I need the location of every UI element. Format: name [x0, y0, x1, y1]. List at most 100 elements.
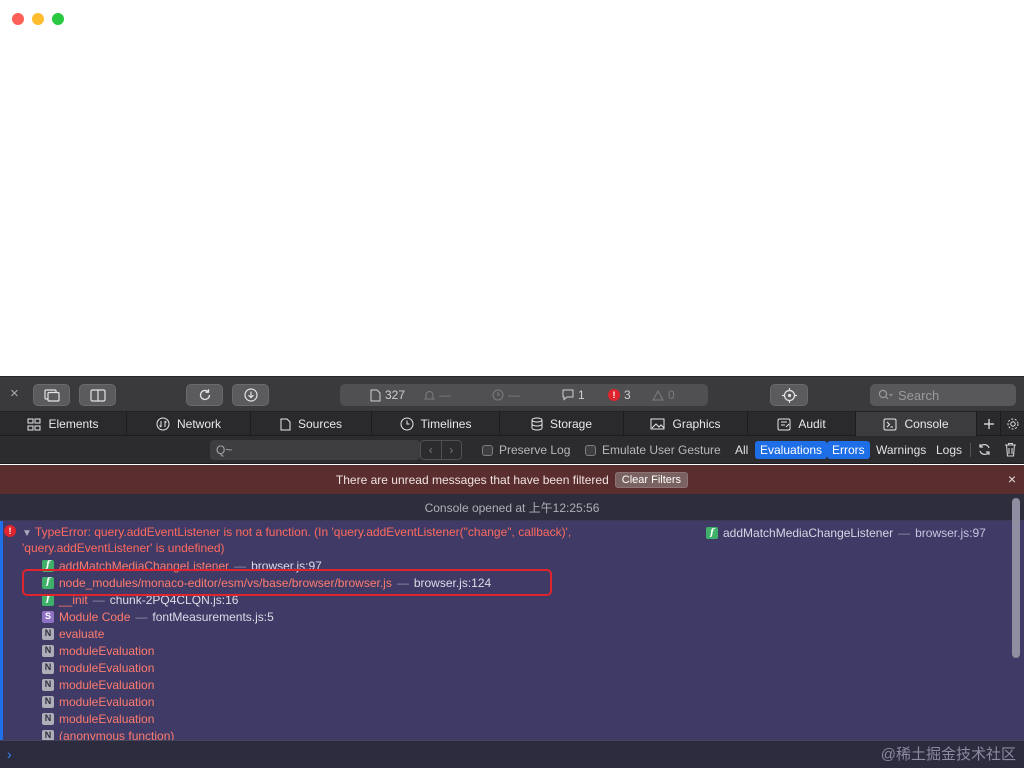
refresh-icon: [979, 444, 990, 455]
native-icon: N: [42, 712, 54, 725]
reload-button[interactable]: [186, 384, 223, 406]
close-inspector-button[interactable]: ×: [10, 386, 19, 402]
close-banner-button[interactable]: ×: [1008, 471, 1016, 487]
download-button[interactable]: [232, 384, 269, 406]
error-message[interactable]: ▼ TypeError: query.addEventListener is no…: [22, 525, 642, 556]
resources-count[interactable]: 327: [370, 384, 405, 406]
settings-button[interactable]: [1001, 412, 1024, 436]
native-icon: N: [42, 661, 54, 674]
page-viewport: [0, 0, 1024, 376]
document-icon: [370, 389, 381, 401]
console-icon: [883, 418, 897, 430]
zoom-window-button[interactable]: [52, 13, 64, 25]
stack-frame[interactable]: S Module Code — fontMeasurements.js:5: [42, 608, 491, 625]
download-icon: [243, 388, 258, 402]
reload-icon: [199, 389, 210, 401]
filtered-messages-banner: There are unread messages that have been…: [0, 465, 1024, 494]
logs-count[interactable]: 1: [562, 384, 585, 406]
auto-refresh-button[interactable]: [977, 442, 992, 460]
graphics-icon: [650, 418, 665, 430]
message-icon: [562, 389, 574, 401]
stack-frame[interactable]: Nevaluate: [42, 625, 491, 642]
stack-frame[interactable]: NmoduleEvaluation: [42, 642, 491, 659]
audit-icon: [777, 418, 791, 430]
stack-frame[interactable]: NmoduleEvaluation: [42, 659, 491, 676]
minimize-window-button[interactable]: [32, 13, 44, 25]
scope-logs[interactable]: Logs: [931, 441, 967, 459]
error-source-location[interactable]: f addMatchMediaChangeListener — browser.…: [706, 526, 986, 540]
previous-match-button[interactable]: ‹: [421, 441, 441, 459]
clear-filters-button[interactable]: Clear Filters: [614, 471, 689, 488]
inspector-toolbar: × 327 — — 1 ! 3 0 Search: [0, 376, 1024, 412]
error-icon: !: [4, 525, 16, 537]
load-time: —: [492, 384, 520, 406]
network-icon: [156, 417, 170, 431]
tab-timelines[interactable]: Timelines: [372, 412, 500, 436]
tab-sources[interactable]: Sources: [251, 412, 372, 436]
checkbox-icon: [482, 444, 493, 456]
error-indicator-bar: [0, 521, 3, 740]
annotation-highlight: [22, 569, 552, 596]
stack-frame[interactable]: NmoduleEvaluation: [42, 676, 491, 693]
add-tab-button[interactable]: [977, 412, 1001, 436]
filter-search-icon: Q~: [216, 443, 233, 457]
filter-navigation: ‹ ›: [420, 440, 462, 460]
prompt-caret-icon: ›: [7, 746, 12, 762]
traffic-lights: [12, 13, 64, 25]
console-filter-input[interactable]: Q~: [210, 440, 420, 460]
console-scrollbar[interactable]: [1012, 498, 1020, 658]
tab-console[interactable]: Console: [856, 412, 977, 436]
network-activity: —: [424, 384, 451, 406]
native-icon: N: [42, 644, 54, 657]
next-match-button[interactable]: ›: [440, 441, 462, 459]
console-filterbar: Q~ ‹ › Preserve Log Emulate User Gesture…: [0, 436, 1024, 464]
native-icon: N: [42, 729, 54, 740]
preserve-log-checkbox[interactable]: Preserve Log: [482, 443, 570, 457]
dashboard-status[interactable]: 327 — — 1 ! 3 0: [340, 384, 708, 406]
sources-icon: [280, 418, 291, 430]
stack-frame[interactable]: NmoduleEvaluation: [42, 710, 491, 727]
inspector-search-field[interactable]: Search: [870, 384, 1016, 406]
function-icon: f: [706, 527, 718, 539]
tab-graphics[interactable]: Graphics: [624, 412, 748, 436]
timelines-icon: [400, 417, 414, 431]
tab-network[interactable]: Network: [127, 412, 251, 436]
elements-icon: [27, 418, 41, 430]
error-icon: !: [608, 389, 620, 401]
plus-icon: [983, 419, 994, 429]
search-icon: [878, 389, 893, 400]
dock-side-button[interactable]: [79, 384, 116, 406]
tab-elements[interactable]: Elements: [0, 412, 127, 436]
stack-frame[interactable]: N (anonymous function): [42, 727, 491, 740]
close-window-button[interactable]: [12, 13, 24, 25]
bell-icon: [424, 391, 435, 400]
element-picker-button[interactable]: [770, 384, 808, 406]
divider: [970, 443, 971, 457]
script-icon: S: [42, 610, 54, 623]
crosshair-icon: [781, 387, 797, 403]
scope-errors[interactable]: Errors: [827, 441, 870, 459]
detach-window-icon: [43, 388, 60, 402]
console-prompt[interactable]: › @稀土掘金技术社区: [0, 740, 1024, 768]
errors-count[interactable]: ! 3: [608, 384, 631, 406]
scope-all[interactable]: All: [730, 441, 753, 459]
native-icon: N: [42, 695, 54, 708]
console-opened-marker: Console opened at 上午12:25:56: [0, 494, 1024, 521]
tab-audit[interactable]: Audit: [748, 412, 856, 436]
disclosure-triangle-icon[interactable]: ▼: [22, 526, 32, 541]
clear-console-button[interactable]: [1004, 442, 1017, 460]
warnings-count[interactable]: 0: [652, 384, 675, 406]
inspector-tabbar: Elements Network Sources Timelines Stora…: [0, 412, 1024, 436]
console-messages: Console opened at 上午12:25:56 ! ▼ TypeErro…: [0, 494, 1024, 740]
scope-evaluations[interactable]: Evaluations: [755, 441, 828, 459]
emulate-gesture-checkbox[interactable]: Emulate User Gesture: [585, 443, 721, 457]
scope-warnings[interactable]: Warnings: [871, 441, 931, 459]
native-icon: N: [42, 627, 54, 640]
tab-storage[interactable]: Storage: [500, 412, 624, 436]
banner-text: There are unread messages that have been…: [335, 472, 609, 487]
detach-window-button[interactable]: [33, 384, 70, 406]
gear-icon: [1007, 418, 1018, 430]
native-icon: N: [42, 678, 54, 691]
watermark: @稀土掘金技术社区: [880, 746, 1016, 763]
stack-frame[interactable]: NmoduleEvaluation: [42, 693, 491, 710]
